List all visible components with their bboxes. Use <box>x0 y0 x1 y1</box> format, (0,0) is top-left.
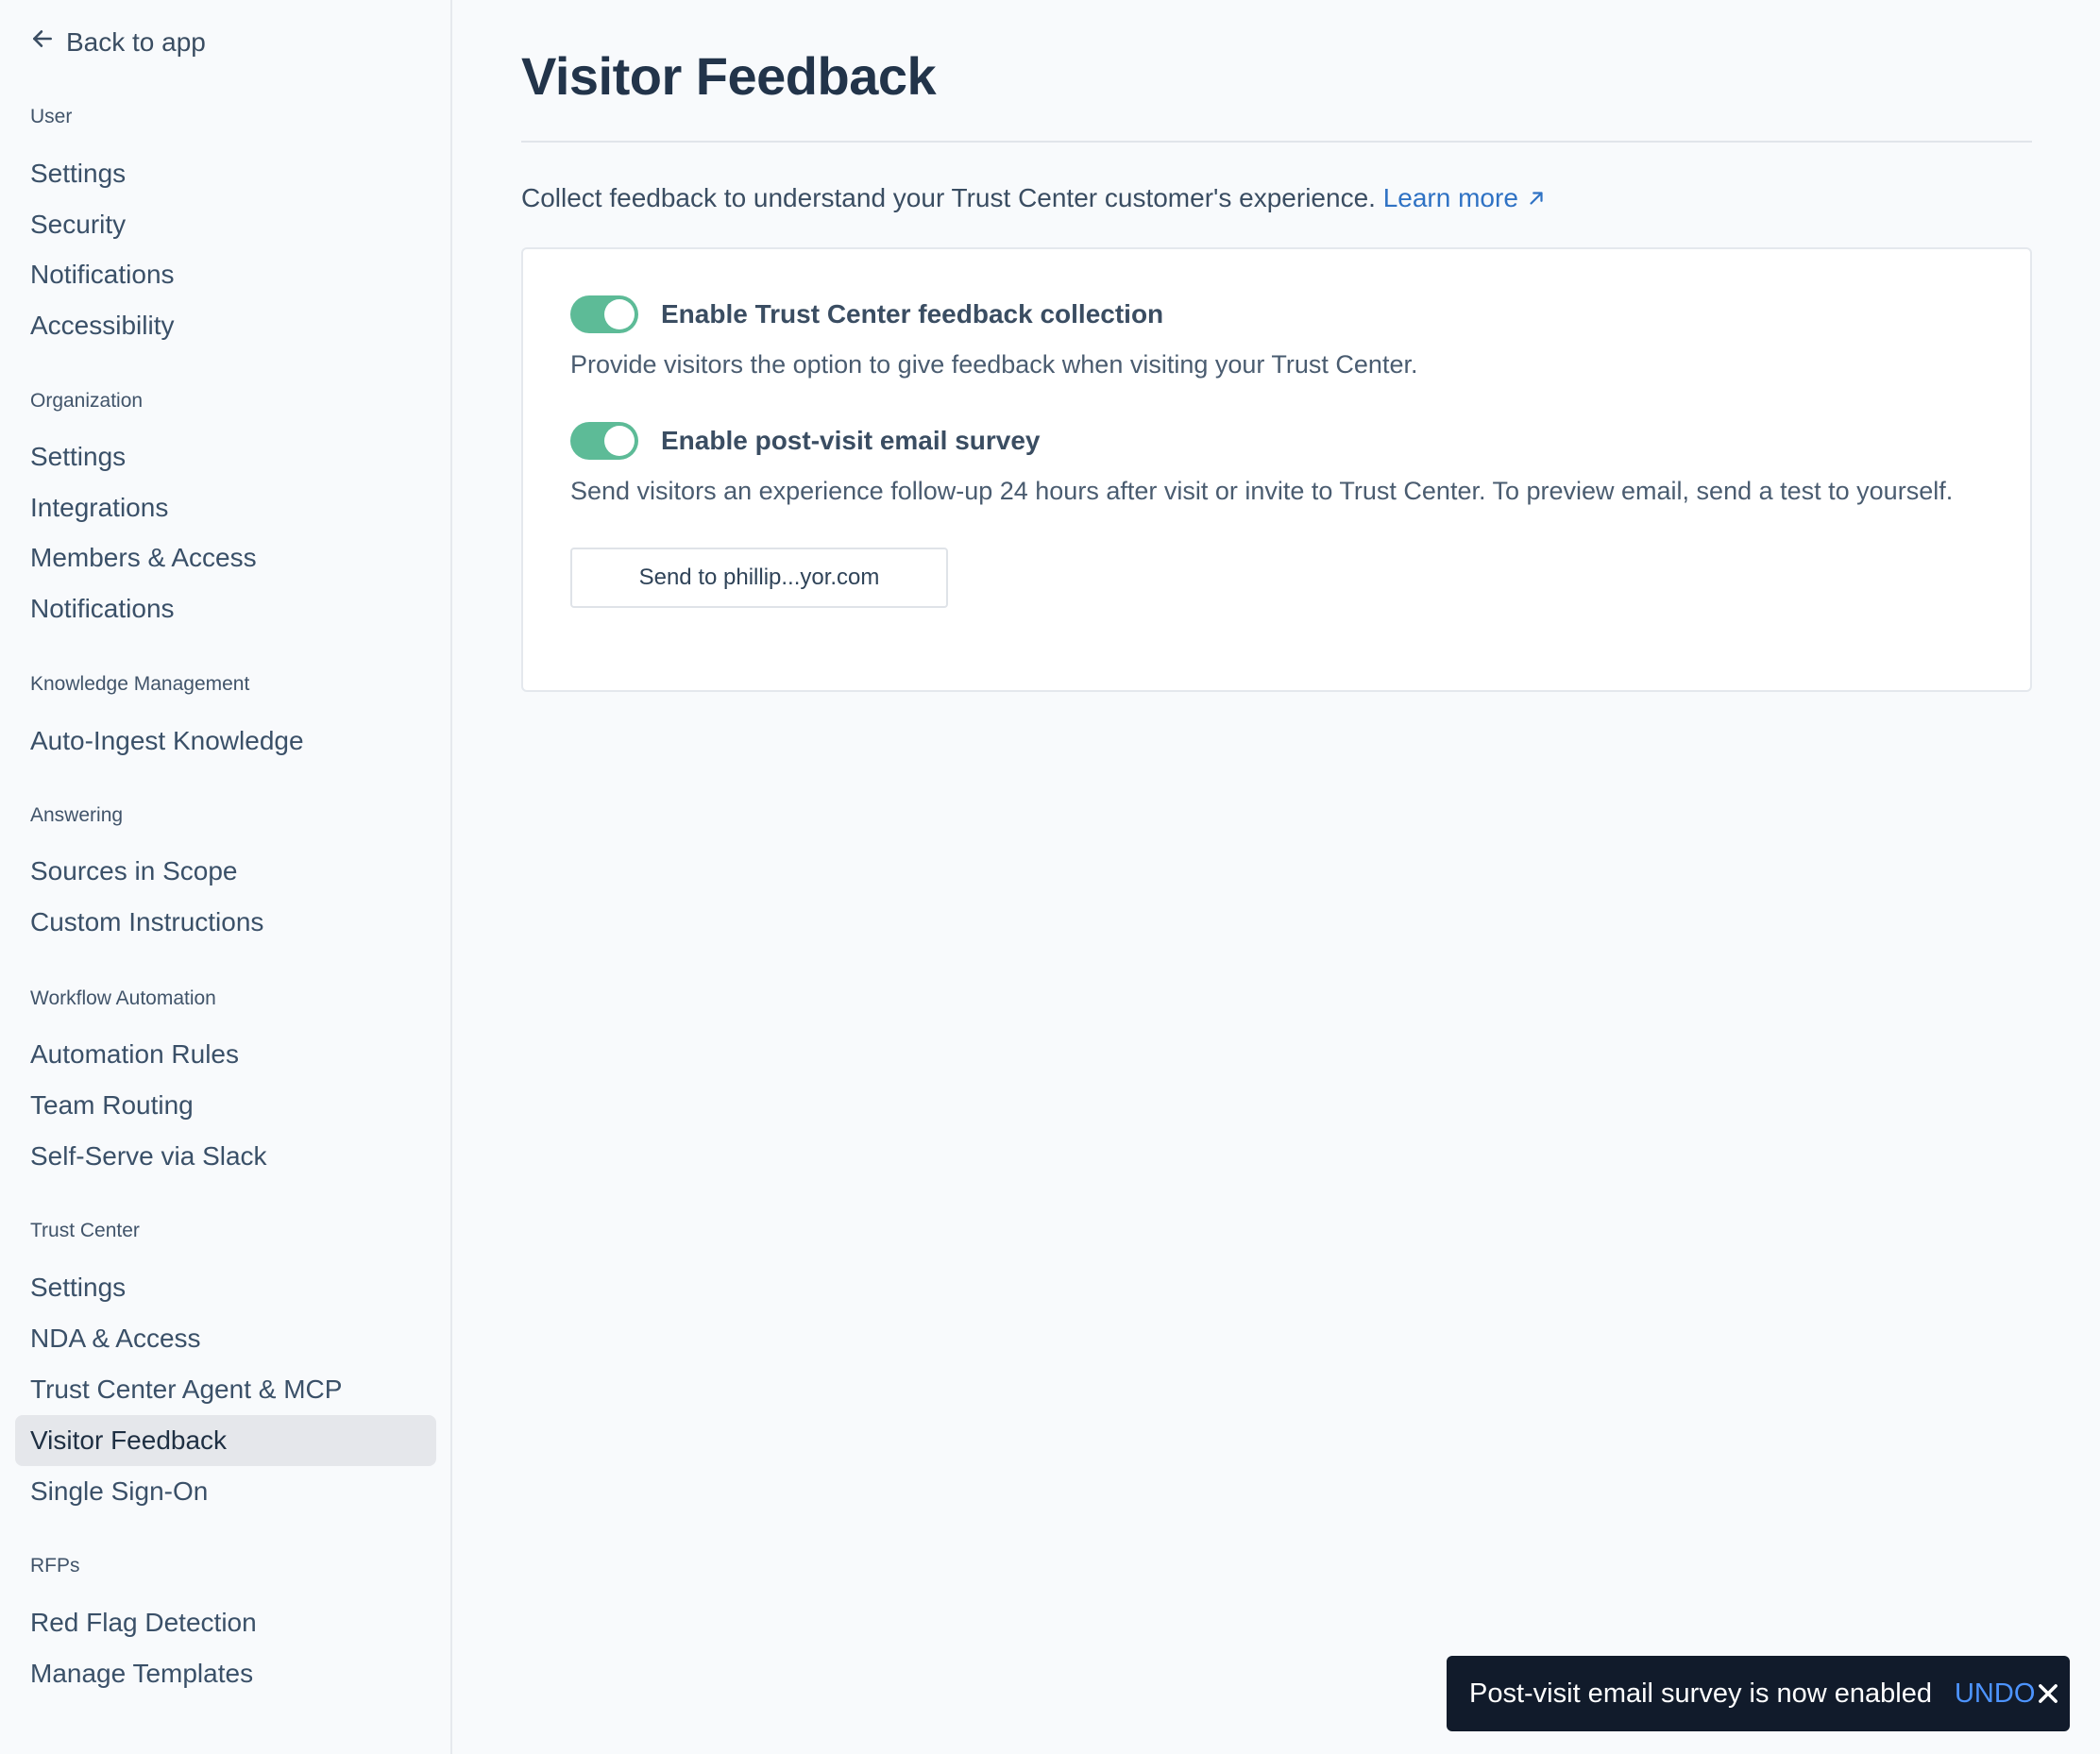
section-title-organization: Organization <box>30 390 144 412</box>
feedback-collection-toggle[interactable] <box>570 295 638 333</box>
sidebar-item-auto-ingest-knowledge[interactable]: Auto-Ingest Knowledge <box>15 716 436 767</box>
email-survey-row: Enable post-visit email survey <box>570 422 1041 460</box>
email-survey-toggle[interactable] <box>570 422 638 460</box>
toast-undo-button[interactable]: UNDO <box>1955 1678 2035 1710</box>
feedback-collection-description: Provide visitors the option to give feed… <box>570 350 1418 379</box>
page-title: Visitor Feedback <box>521 46 937 106</box>
sidebar-item-custom-instructions[interactable]: Custom Instructions <box>15 897 436 948</box>
learn-more-label: Learn more <box>1382 183 1518 212</box>
feedback-collection-row: Enable Trust Center feedback collection <box>570 295 1163 333</box>
section-title-answering: Answering <box>30 804 124 826</box>
sidebar-item-visitor-feedback[interactable]: Visitor Feedback <box>15 1415 436 1466</box>
email-survey-label: Enable post-visit email survey <box>661 426 1041 455</box>
sidebar-item-trust-center-agent-mcp[interactable]: Trust Center Agent & MCP <box>15 1364 436 1415</box>
title-divider <box>521 141 2032 143</box>
feedback-collection-label: Enable Trust Center feedback collection <box>661 299 1164 329</box>
close-icon[interactable] <box>2035 1680 2061 1707</box>
sidebar-item-org-settings[interactable]: Settings <box>15 431 436 482</box>
sidebar-item-trust-center-settings[interactable]: Settings <box>15 1262 436 1313</box>
section-title-user: User <box>30 106 73 127</box>
email-survey-description: Send visitors an experience follow-up 24… <box>570 477 1954 505</box>
sidebar-item-user-security[interactable]: Security <box>15 199 436 250</box>
arrow-left-icon <box>30 26 55 58</box>
intro-description: Collect feedback to understand your Trus… <box>521 183 1376 212</box>
sidebar-item-user-settings[interactable]: Settings <box>15 148 436 199</box>
sidebar-item-red-flag-detection[interactable]: Red Flag Detection <box>15 1597 436 1648</box>
learn-more-link[interactable]: Learn more <box>1383 183 1547 212</box>
toast-notification: Post-visit email survey is now enabled U… <box>1447 1656 2070 1731</box>
section-title-trust-center: Trust Center <box>30 1220 140 1241</box>
sidebar-item-single-sign-on[interactable]: Single Sign-On <box>15 1466 436 1517</box>
intro-text: Collect feedback to understand your Trus… <box>521 183 1547 213</box>
sidebar-item-self-serve-slack[interactable]: Self-Serve via Slack <box>15 1131 436 1182</box>
sidebar-item-team-routing[interactable]: Team Routing <box>15 1080 436 1131</box>
sidebar: Back to app User Settings Security Notif… <box>0 0 452 1754</box>
back-to-app-label: Back to app <box>66 26 206 57</box>
sidebar-item-user-accessibility[interactable]: Accessibility <box>15 300 436 351</box>
back-to-app-link[interactable]: Back to app <box>30 26 206 58</box>
sidebar-item-org-integrations[interactable]: Integrations <box>15 482 436 533</box>
arrow-up-right-icon <box>1526 183 1547 212</box>
send-test-email-button[interactable]: Send to phillip...yor.com <box>570 548 948 608</box>
sidebar-item-user-notifications[interactable]: Notifications <box>15 249 436 300</box>
section-title-rfps: RFPs <box>30 1555 80 1577</box>
sidebar-item-manage-templates[interactable]: Manage Templates <box>15 1648 436 1699</box>
section-title-workflow-automation: Workflow Automation <box>30 987 216 1009</box>
sidebar-item-sources-in-scope[interactable]: Sources in Scope <box>15 846 436 897</box>
feedback-settings-card: Enable Trust Center feedback collection … <box>521 247 2032 692</box>
section-title-knowledge-management: Knowledge Management <box>30 673 250 695</box>
toggle-knob <box>604 299 635 329</box>
sidebar-item-org-notifications[interactable]: Notifications <box>15 583 436 634</box>
toggle-knob <box>604 426 635 456</box>
settings-app: Back to app User Settings Security Notif… <box>0 0 2100 1754</box>
sidebar-item-automation-rules[interactable]: Automation Rules <box>15 1029 436 1080</box>
toast-message: Post-visit email survey is now enabled <box>1469 1678 1932 1709</box>
sidebar-item-nda-access[interactable]: NDA & Access <box>15 1313 436 1364</box>
sidebar-item-org-members-access[interactable]: Members & Access <box>15 532 436 583</box>
